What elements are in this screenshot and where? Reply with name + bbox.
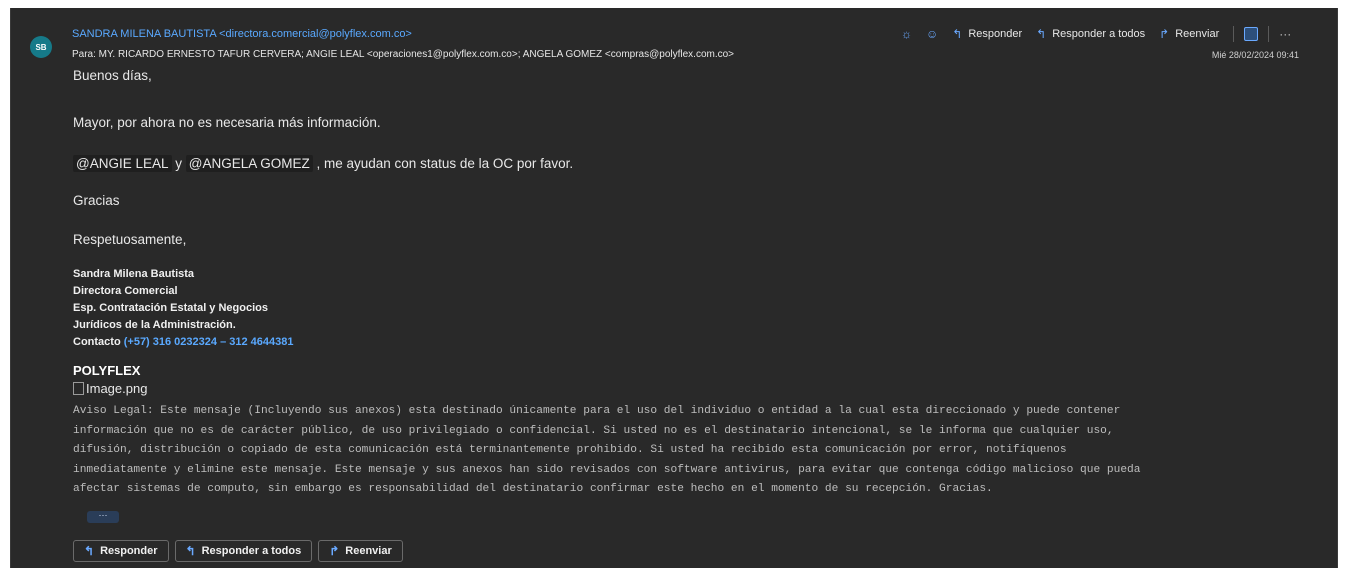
company-name: POLYFLEX <box>73 363 141 378</box>
reply-button[interactable]: ↰ Responder <box>952 28 1022 40</box>
forward-button[interactable]: ↱ Reenviar <box>1159 28 1219 40</box>
legal-notice: Aviso Legal: Este mensaje (Incluyendo su… <box>73 402 1323 500</box>
toolbar-divider <box>1268 26 1270 42</box>
greeting: Buenos días, <box>73 68 152 83</box>
reply-label: Responder <box>968 28 1023 40</box>
body-line-rest: , me ayudan con status de la OC por favo… <box>312 156 574 171</box>
apps-icon[interactable] <box>1244 27 1259 41</box>
image-alt-text: Image.png <box>86 381 148 396</box>
contact-phone-link[interactable]: (+57) 316 0232324 – 312 4644381 <box>124 336 294 348</box>
brightness-button[interactable]: ☼ <box>901 28 912 40</box>
bottom-reply-all-label: Responder a todos <box>201 545 302 557</box>
signature-esp2: Jurídicos de la Administración. <box>73 319 236 331</box>
toolbar-divider <box>1233 26 1235 42</box>
legal-line: difusión, distribución o copiado de esta… <box>73 444 1067 456</box>
broken-image-icon <box>73 382 84 395</box>
signature-contact: Contacto (+57) 316 0232324 – 312 4644381 <box>73 336 293 348</box>
broken-image: Image.png <box>73 381 147 396</box>
signature-esp1: Esp. Contratación Estatal y Negocios <box>73 302 268 314</box>
reply-all-label: Responder a todos <box>1052 28 1146 40</box>
reply-icon: ↰ <box>952 27 963 41</box>
sender-avatar[interactable]: SB <box>30 36 52 58</box>
more-actions-button[interactable]: ··· <box>1279 27 1291 41</box>
reply-all-icon: ↰ <box>185 544 196 558</box>
reply-all-icon: ↰ <box>1036 27 1047 41</box>
forward-icon: ↱ <box>1159 27 1170 41</box>
signature-title: Directora Comercial <box>73 285 178 297</box>
legal-line: información que no es de carácter públic… <box>73 424 1114 437</box>
bottom-actions: ↰ Responder ↰ Responder a todos ↱ Reenviar <box>73 540 403 562</box>
forward-label: Reenviar <box>1175 28 1220 40</box>
sun-icon: ☼ <box>901 27 912 41</box>
body-line: Mayor, por ahora no es necesaria más inf… <box>73 115 381 130</box>
legal-line: Aviso Legal: Este mensaje (Incluyendo su… <box>73 405 1121 417</box>
bottom-forward-label: Reenviar <box>345 545 392 557</box>
bottom-reply-label: Responder <box>100 545 158 557</box>
body-line-mentions: @ANGIE LEAL y @ANGELA GOMEZ , me ayudan … <box>73 155 574 172</box>
forward-icon: ↱ <box>329 544 340 558</box>
signature-name: Sandra Milena Bautista <box>73 268 195 280</box>
email-reading-pane: SB SANDRA MILENA BAUTISTA <directora.com… <box>10 8 1338 568</box>
bottom-reply-all-button[interactable]: ↰ Responder a todos <box>174 540 313 562</box>
reply-icon: ↰ <box>84 544 95 558</box>
mention-angie[interactable]: @ANGIE LEAL <box>73 155 172 172</box>
legal-line: inmediatamente y elimine este mensaje. E… <box>73 463 1141 476</box>
sent-date: Mié 28/02/2024 09:41 <box>1211 50 1299 60</box>
recipients-line: Para: MY. RICARDO ERNESTO TAFUR CERVERA;… <box>72 49 735 60</box>
conjunction: y <box>171 156 186 171</box>
bottom-reply-button[interactable]: ↰ Responder <box>73 540 169 562</box>
thanks: Gracias <box>73 193 120 208</box>
message-toolbar: ☼ ☺ ↰ Responder ↰ Responder a todos ↱ Reenv… <box>901 24 1291 44</box>
reply-all-button[interactable]: ↰ Responder a todos <box>1036 28 1145 40</box>
smile-icon: ☺ <box>926 27 939 41</box>
emoji-button[interactable]: ☺ <box>926 28 938 40</box>
legal-line: afectar sistemas de computo, sin embargo… <box>73 483 993 495</box>
mention-angela[interactable]: @ANGELA GOMEZ <box>185 155 313 172</box>
contact-label: Contacto <box>73 336 124 348</box>
sender-name[interactable]: SANDRA MILENA BAUTISTA <directora.comerc… <box>72 28 412 40</box>
show-quoted-button[interactable]: ··· <box>87 511 119 523</box>
bottom-forward-button[interactable]: ↱ Reenviar <box>318 540 403 562</box>
closing: Respetuosamente, <box>73 232 187 247</box>
